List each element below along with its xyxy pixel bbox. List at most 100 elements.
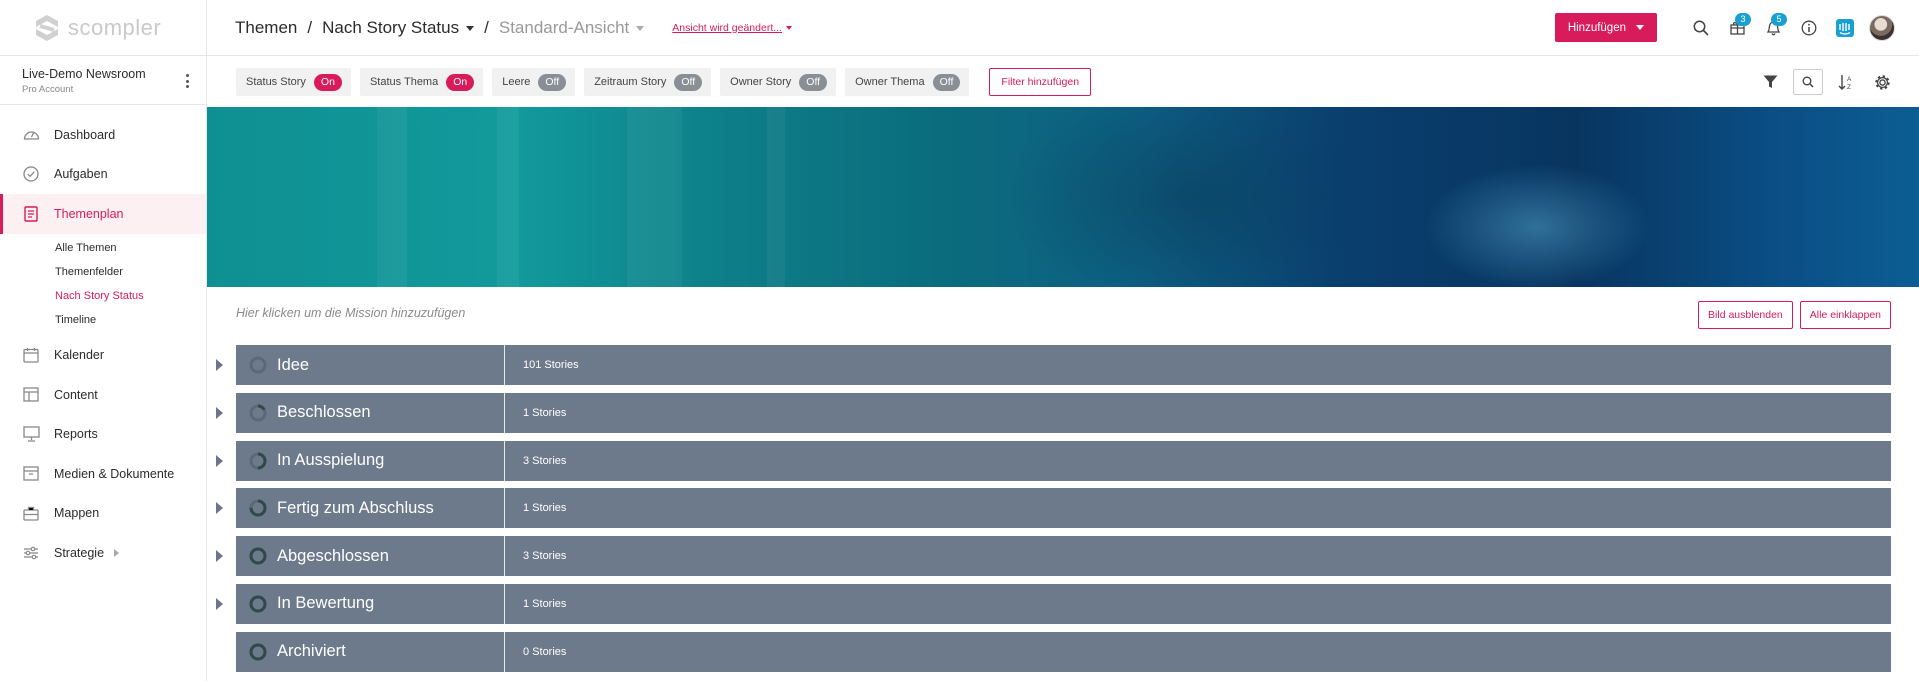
breadcrumb-saved-view[interactable]: Standard-Ansicht bbox=[499, 18, 645, 38]
status-group-header[interactable]: Beschlossen 1 Stories bbox=[236, 392, 1891, 433]
account-name: Live-Demo Newsroom bbox=[22, 67, 146, 81]
nav-item-reports[interactable]: Reports bbox=[0, 415, 206, 455]
top-header: Themen / Nach Story Status / Standard-An… bbox=[207, 0, 1919, 56]
sort-icon[interactable]: AZ bbox=[1833, 69, 1859, 95]
updates-gift-icon[interactable]: 3 bbox=[1719, 12, 1755, 43]
filter-toggle[interactable]: On bbox=[313, 73, 342, 91]
status-group-title-cell: Fertig zum Abschluss bbox=[236, 488, 505, 529]
breadcrumb-separator: / bbox=[307, 17, 313, 37]
expand-arrow-icon[interactable] bbox=[216, 406, 223, 419]
breadcrumb-separator: / bbox=[484, 17, 489, 37]
progress-ring-icon bbox=[249, 499, 267, 517]
breadcrumb-themen[interactable]: Themen bbox=[235, 18, 297, 38]
search-icon[interactable] bbox=[1683, 13, 1719, 43]
breadcrumb: Themen / Nach Story Status / Standard-An… bbox=[207, 17, 645, 38]
progress-ring-icon bbox=[249, 356, 267, 374]
caret-down-icon bbox=[636, 25, 645, 31]
collapse-all-button[interactable]: Alle einklappen bbox=[1799, 301, 1891, 329]
nav-item-content[interactable]: Content bbox=[0, 375, 206, 415]
filter-chip-status-story[interactable]: Status Story On bbox=[236, 68, 351, 96]
filter-label: Status Thema bbox=[369, 76, 439, 88]
filter-chip-owner-thema[interactable]: Owner Thema Off bbox=[845, 68, 970, 96]
filter-chip-owner-story[interactable]: Owner Story Off bbox=[720, 68, 837, 96]
filter-toggle[interactable]: Off bbox=[674, 73, 703, 91]
status-group[interactable]: In Bewertung 1 Stories bbox=[207, 583, 1891, 624]
status-group-count: 1 Stories bbox=[523, 597, 567, 610]
nav-item-label: Reports bbox=[54, 427, 98, 442]
banner-actions: Bild ausblenden Alle einklappen bbox=[1698, 301, 1891, 329]
nav-item-strategie[interactable]: Strategie bbox=[0, 533, 206, 573]
breadcrumb-view-selector[interactable]: Nach Story Status bbox=[322, 17, 475, 38]
status-group-header[interactable]: In Bewertung 1 Stories bbox=[236, 583, 1891, 624]
mission-placeholder[interactable]: Hier klicken um die Mission hinzuzufügen bbox=[236, 306, 465, 320]
gear-icon[interactable] bbox=[1869, 69, 1895, 95]
filter-chip-status-thema[interactable]: Status Thema On bbox=[359, 68, 484, 96]
filter-label: Status Story bbox=[246, 76, 306, 88]
nav-item-medien[interactable]: Medien & Dokumente bbox=[0, 454, 206, 494]
intercom-chat-icon[interactable] bbox=[1827, 13, 1863, 43]
status-group-header[interactable]: Idee 101 Stories bbox=[236, 345, 1891, 385]
status-group-header[interactable]: Archiviert 0 Stories bbox=[236, 631, 1891, 672]
expand-arrow-icon[interactable] bbox=[216, 454, 223, 467]
hide-image-button[interactable]: Bild ausblenden bbox=[1698, 301, 1793, 329]
nav-item-mappen[interactable]: Mappen bbox=[0, 494, 206, 534]
filter-toggle[interactable]: Off bbox=[932, 73, 961, 91]
nav-item-dashboard[interactable]: Dashboard bbox=[0, 115, 206, 155]
subnav-timeline[interactable]: Timeline bbox=[55, 308, 206, 332]
filter-chip-leere[interactable]: Leere Off bbox=[492, 68, 576, 96]
briefcase-icon bbox=[22, 504, 40, 522]
info-icon[interactable] bbox=[1791, 13, 1827, 43]
more-options-icon[interactable] bbox=[186, 74, 190, 91]
status-group[interactable]: Abgeschlossen 3 Stories bbox=[207, 536, 1891, 577]
status-group-header[interactable]: In Ausspielung 3 Stories bbox=[236, 440, 1891, 481]
status-group-header[interactable]: Fertig zum Abschluss 1 Stories bbox=[236, 488, 1891, 529]
monitor-icon bbox=[22, 425, 40, 443]
filter-label: Owner Thema bbox=[855, 76, 925, 88]
status-group[interactable]: Idee 101 Stories bbox=[207, 345, 1891, 385]
updates-badge: 3 bbox=[1735, 12, 1751, 26]
status-group-count: 0 Stories bbox=[523, 645, 567, 658]
archive-icon bbox=[22, 465, 40, 483]
svg-text:A: A bbox=[1847, 76, 1852, 83]
expand-arrow-icon[interactable] bbox=[216, 502, 223, 515]
nav-item-label: Kalender bbox=[54, 348, 105, 363]
add-filter-button[interactable]: Filter hinzufügen bbox=[989, 68, 1092, 96]
status-group[interactable]: Beschlossen 1 Stories bbox=[207, 392, 1891, 433]
user-avatar[interactable] bbox=[1869, 14, 1895, 41]
logo[interactable]: scompler bbox=[0, 0, 206, 56]
breadcrumb-view-label: Nach Story Status bbox=[322, 17, 460, 37]
view-changed-label: Ansicht wird geändert... bbox=[672, 21, 782, 34]
document-icon bbox=[22, 205, 40, 223]
subnav-themenfelder[interactable]: Themenfelder bbox=[55, 260, 206, 284]
layout-icon bbox=[22, 386, 40, 404]
filter-chip-zeitraum-story[interactable]: Zeitraum Story Off bbox=[584, 68, 712, 96]
progress-ring-icon bbox=[249, 452, 267, 470]
nav-item-aufgaben[interactable]: Aufgaben bbox=[0, 155, 206, 195]
expand-arrow-icon[interactable] bbox=[216, 359, 223, 371]
status-group-title: Archiviert bbox=[277, 642, 346, 661]
filter-toggle[interactable]: Off bbox=[799, 73, 828, 91]
nav-item-kalender[interactable]: Kalender bbox=[0, 336, 206, 376]
filter-toggle[interactable]: On bbox=[446, 73, 475, 91]
nav-item-themenplan[interactable]: Themenplan bbox=[0, 194, 206, 234]
subnav-alle-themen[interactable]: Alle Themen bbox=[55, 236, 206, 260]
view-changed-link[interactable]: Ansicht wird geändert... bbox=[672, 22, 792, 34]
nav-item-label: Medien & Dokumente bbox=[54, 466, 175, 481]
bell-icon[interactable]: 5 bbox=[1755, 12, 1791, 43]
status-group[interactable]: Archiviert 0 Stories bbox=[207, 631, 1891, 672]
status-group[interactable]: In Ausspielung 3 Stories bbox=[207, 440, 1891, 481]
calendar-icon bbox=[22, 346, 40, 364]
status-group[interactable]: Fertig zum Abschluss 1 Stories bbox=[207, 488, 1891, 529]
expand-arrow-icon[interactable] bbox=[216, 550, 223, 563]
filter-toggle[interactable]: Off bbox=[538, 73, 567, 91]
filter-funnel-icon[interactable] bbox=[1757, 69, 1783, 95]
account-switcher[interactable]: Live-Demo Newsroom Pro Account bbox=[0, 56, 206, 105]
status-group-title-cell: In Bewertung bbox=[236, 583, 505, 624]
filter-label: Zeitraum Story bbox=[594, 76, 667, 88]
status-group-title-cell: Abgeschlossen bbox=[236, 536, 505, 577]
expand-arrow-icon[interactable] bbox=[216, 597, 223, 610]
status-group-header[interactable]: Abgeschlossen 3 Stories bbox=[236, 536, 1891, 577]
subnav-nach-story-status[interactable]: Nach Story Status bbox=[55, 284, 206, 308]
add-button[interactable]: Hinzufügen bbox=[1554, 13, 1657, 42]
search-icon[interactable] bbox=[1793, 69, 1823, 95]
